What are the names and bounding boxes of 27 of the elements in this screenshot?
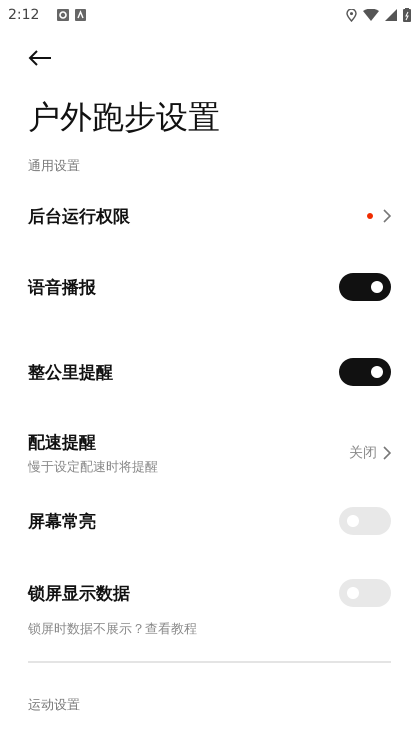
section-header: 运动设置 — [28, 698, 80, 713]
notification-icon — [57, 9, 70, 21]
signal-icon — [385, 9, 397, 21]
wifi-icon — [363, 9, 379, 21]
setting-label: 屏幕常亮 — [28, 510, 97, 532]
setting-row[interactable]: 后台运行权限 — [0, 190, 419, 242]
help-text: 锁屏时数据不展示？查看教程 — [28, 622, 197, 637]
back-icon — [28, 50, 52, 66]
page-title: 户外跑步设置 — [28, 97, 221, 137]
section-header: 通用设置 — [28, 159, 80, 174]
setting-row[interactable]: 配速提醒 慢于设定配速时将提醒 关闭 — [0, 412, 419, 494]
tutorial-link[interactable]: 查看教程 — [145, 622, 197, 637]
setting-label: 配速提醒 — [28, 432, 97, 454]
setting-label: 后台运行权限 — [28, 206, 131, 228]
battery-icon — [403, 8, 411, 22]
setting-label: 语音播报 — [28, 276, 97, 298]
setting-label: 锁屏显示数据 — [28, 582, 131, 604]
notification-icon — [75, 9, 86, 21]
toggle-switch[interactable] — [339, 358, 391, 386]
status-time: 2:12 — [8, 7, 40, 23]
chevron-icon — [383, 209, 391, 223]
chevron-icon — [383, 446, 391, 460]
setting-description: 慢于设定配速时将提醒 — [28, 458, 159, 476]
setting-label: 整公里提醒 — [28, 362, 114, 384]
toggle-switch[interactable] — [339, 273, 391, 301]
location-icon — [346, 8, 357, 22]
setting-value: 关闭 — [349, 444, 377, 462]
